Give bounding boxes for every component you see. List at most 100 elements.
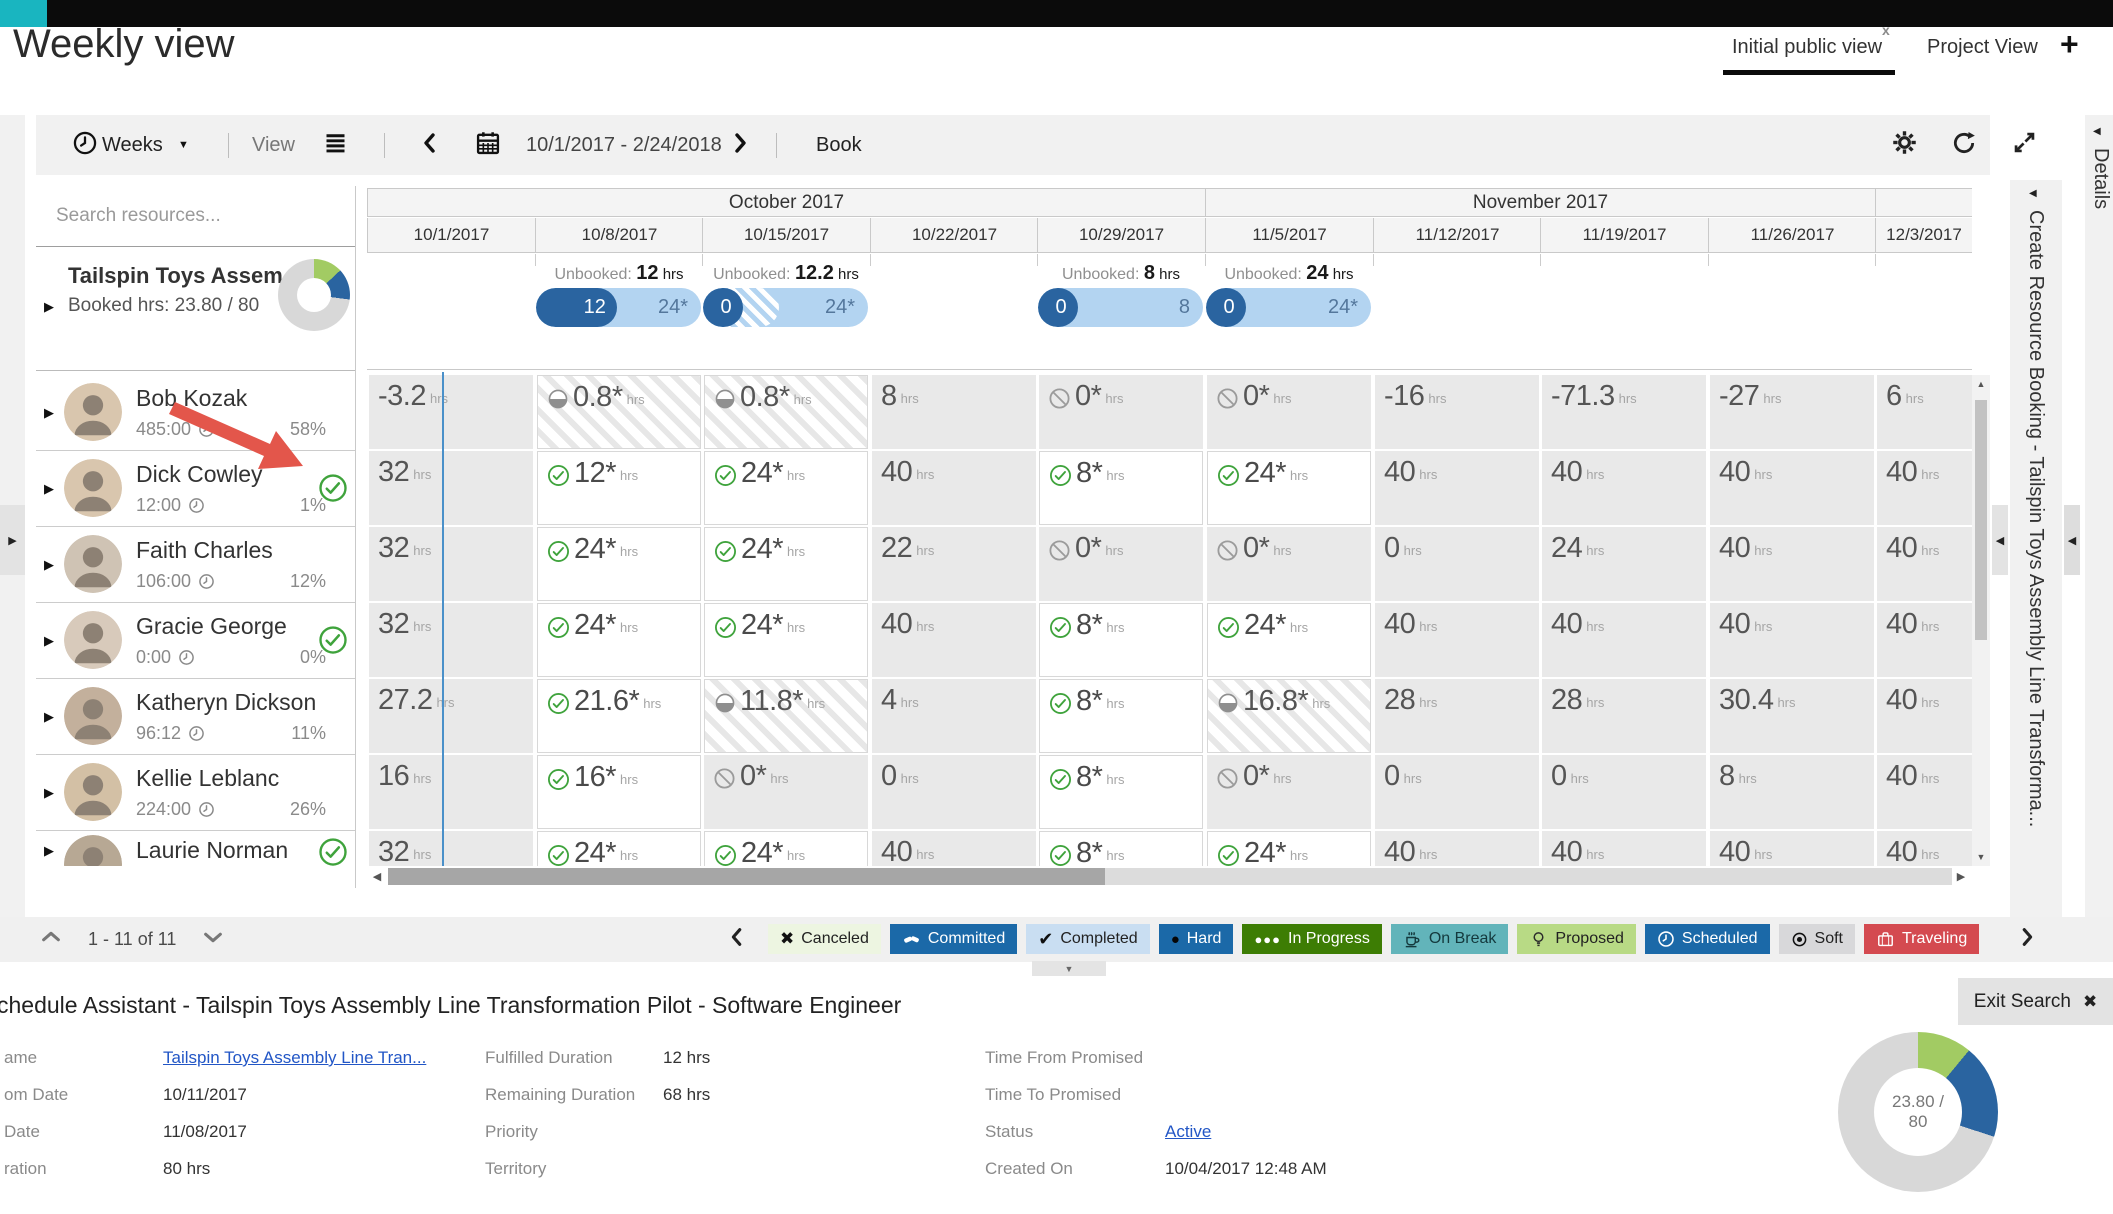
legend-chip-in-progress[interactable]: ●●● In Progress (1242, 924, 1382, 954)
booking-cell[interactable]: 32 hrs (369, 527, 533, 601)
legend-scroll-left-icon[interactable] (726, 926, 748, 953)
booking-cell[interactable]: 8 hrs (872, 375, 1036, 449)
booking-cell[interactable]: 40 hrs (1375, 603, 1539, 677)
legend-chip-on-break[interactable]: On Break (1390, 924, 1509, 954)
panel-splitter-handle[interactable]: ▼ (1032, 961, 1106, 976)
booking-cell[interactable]: 11.8* hrs (704, 679, 868, 753)
date-header-cell[interactable]: 10/22/2017 (870, 218, 1038, 253)
booking-cell[interactable]: 0.8* hrs (537, 375, 701, 449)
booking-cell[interactable]: 8* hrs (1039, 679, 1203, 753)
booking-cell[interactable]: -27 hrs (1710, 375, 1874, 449)
resource-row[interactable]: ▶ Kellie Leblanc 224:00 26% (36, 755, 355, 831)
booking-cell[interactable]: 30.4 hrs (1710, 679, 1874, 753)
booking-cell[interactable]: 40 hrs (1877, 679, 1972, 753)
date-header-cell[interactable]: 10/29/2017 (1037, 218, 1205, 253)
expand-resource-icon[interactable]: ▶ (44, 709, 54, 725)
booking-cell[interactable]: -3.2 hrs (369, 375, 533, 449)
booking-cell[interactable]: 40 hrs (1710, 527, 1874, 601)
add-view-button[interactable]: + (2060, 26, 2079, 63)
date-header-cell[interactable]: 11/19/2017 (1540, 218, 1708, 253)
legend-chip-scheduled[interactable]: Scheduled (1644, 924, 1770, 954)
availability-pill[interactable]: 12 24* (536, 288, 701, 327)
booking-cell[interactable]: 40 hrs (1710, 451, 1874, 525)
booking-cell[interactable]: 0* hrs (1207, 755, 1371, 829)
list-icon[interactable] (322, 115, 349, 175)
booking-cell[interactable]: 24* hrs (704, 831, 868, 866)
expand-resource-icon[interactable]: ▶ (44, 843, 54, 859)
booking-cell[interactable]: 16* hrs (537, 755, 701, 829)
weeks-mode-dropdown[interactable]: Weeks (102, 115, 163, 175)
calendar-icon[interactable] (474, 115, 502, 175)
prev-range-button[interactable] (418, 115, 442, 175)
next-range-button[interactable] (728, 115, 752, 175)
booking-cell[interactable]: 40 hrs (1710, 603, 1874, 677)
expand-icon[interactable] (2011, 115, 2038, 175)
book-button[interactable]: Book (816, 115, 862, 175)
expand-resource-icon[interactable]: ▶ (44, 557, 54, 573)
legend-chip-proposed[interactable]: Proposed (1517, 924, 1636, 954)
booking-cell[interactable]: 32 hrs (369, 451, 533, 525)
booking-cell[interactable]: 24* hrs (704, 451, 868, 525)
collapse-create-booking-icon[interactable]: ◀ (2029, 188, 2037, 199)
exit-search-button[interactable]: Exit Search ✖ (1958, 978, 2113, 1025)
booking-cell[interactable]: 24* hrs (537, 831, 701, 866)
booking-cell[interactable]: 32 hrs (369, 603, 533, 677)
booking-cell[interactable]: 16 hrs (369, 755, 533, 829)
booking-cell[interactable]: 12* hrs (537, 451, 701, 525)
booking-cell[interactable]: 40 hrs (872, 831, 1036, 866)
tab-project-view[interactable]: Project View (1927, 36, 2038, 59)
date-header-cell[interactable]: 12/3/2017 (1875, 218, 1972, 253)
booking-cell[interactable]: 40 hrs (1375, 831, 1539, 866)
date-header-cell[interactable]: 10/15/2017 (702, 218, 870, 253)
grid-scroll-right-icon[interactable]: ▶ (1952, 868, 1970, 885)
booking-cell[interactable]: -16 hrs (1375, 375, 1539, 449)
legend-chip-soft[interactable]: Soft (1778, 924, 1855, 954)
booking-cell[interactable]: 0* hrs (1207, 527, 1371, 601)
date-header-cell[interactable]: 11/12/2017 (1373, 218, 1541, 253)
date-range-label[interactable]: 10/1/2017 - 2/24/2018 (526, 115, 722, 175)
booking-cell[interactable]: 40 hrs (872, 603, 1036, 677)
booking-cell[interactable]: 0* hrs (1039, 375, 1203, 449)
resource-row[interactable]: ▶ Katheryn Dickson 96:12 11% (36, 679, 355, 755)
booking-cell[interactable]: 32 hrs (369, 831, 533, 866)
booking-cell[interactable]: 0* hrs (1207, 375, 1371, 449)
tab-initial-public-view[interactable]: Initial public view (1732, 36, 1882, 59)
booking-cell[interactable]: 24* hrs (537, 603, 701, 677)
booking-cell[interactable]: 24* hrs (1207, 603, 1371, 677)
booking-cell[interactable]: 0 hrs (872, 755, 1036, 829)
grid-scroll-left-icon[interactable]: ◀ (368, 868, 386, 885)
legend-chip-traveling[interactable]: Traveling (1864, 924, 1980, 954)
page-up-icon[interactable] (40, 926, 62, 953)
chevron-down-icon[interactable]: ▼ (178, 115, 189, 175)
booking-cell[interactable]: 0* hrs (1039, 527, 1203, 601)
booking-cell[interactable]: 24* hrs (1207, 451, 1371, 525)
collapse-details-icon[interactable]: ◀ (2093, 126, 2101, 137)
resource-row[interactable]: ▶ Laurie Norman (36, 831, 355, 866)
date-header-cell[interactable]: 11/5/2017 (1205, 218, 1373, 253)
date-header-cell[interactable]: 10/8/2017 (535, 218, 703, 253)
close-tab-icon[interactable]: x (1882, 22, 1890, 38)
search-resources-input[interactable] (54, 200, 338, 232)
date-header-cell[interactable]: 11/26/2017 (1708, 218, 1876, 253)
booking-cell[interactable]: 40 hrs (1542, 831, 1706, 866)
expand-resource-icon[interactable]: ▶ (44, 785, 54, 801)
collapse-grid-right-handle[interactable]: ◀ (1992, 505, 2008, 575)
expand-left-panel-handle[interactable]: ▶ (0, 505, 25, 575)
booking-cell[interactable]: 40 hrs (1877, 831, 1972, 866)
expand-resource-icon[interactable]: ▶ (44, 405, 54, 421)
booking-cell[interactable]: 28 hrs (1375, 679, 1539, 753)
booking-cell[interactable]: 40 hrs (872, 451, 1036, 525)
booking-cell[interactable]: -71.3 hrs (1542, 375, 1706, 449)
booking-cell[interactable]: 8* hrs (1039, 603, 1203, 677)
project-group-row[interactable]: ▶ Tailspin Toys Assem... Booked hrs: 23.… (36, 247, 355, 371)
booking-cell[interactable]: 16.8* hrs (1207, 679, 1371, 753)
availability-pill[interactable]: 0 24* (1206, 288, 1371, 327)
availability-pill[interactable]: 08 (1038, 288, 1203, 327)
legend-chip-committed[interactable]: Committed (889, 924, 1018, 954)
date-header-cell[interactable]: 10/1/2017 (367, 218, 535, 253)
create-booking-strip-label[interactable]: Create Resource Booking - Tailspin Toys … (2024, 210, 2047, 827)
grid-hscroll-thumb[interactable] (388, 868, 1105, 885)
booking-cell[interactable]: 24* hrs (704, 603, 868, 677)
booking-cell[interactable]: 40 hrs (1877, 527, 1972, 601)
grid-vscroll[interactable]: ▲ ▼ (1972, 375, 1990, 866)
